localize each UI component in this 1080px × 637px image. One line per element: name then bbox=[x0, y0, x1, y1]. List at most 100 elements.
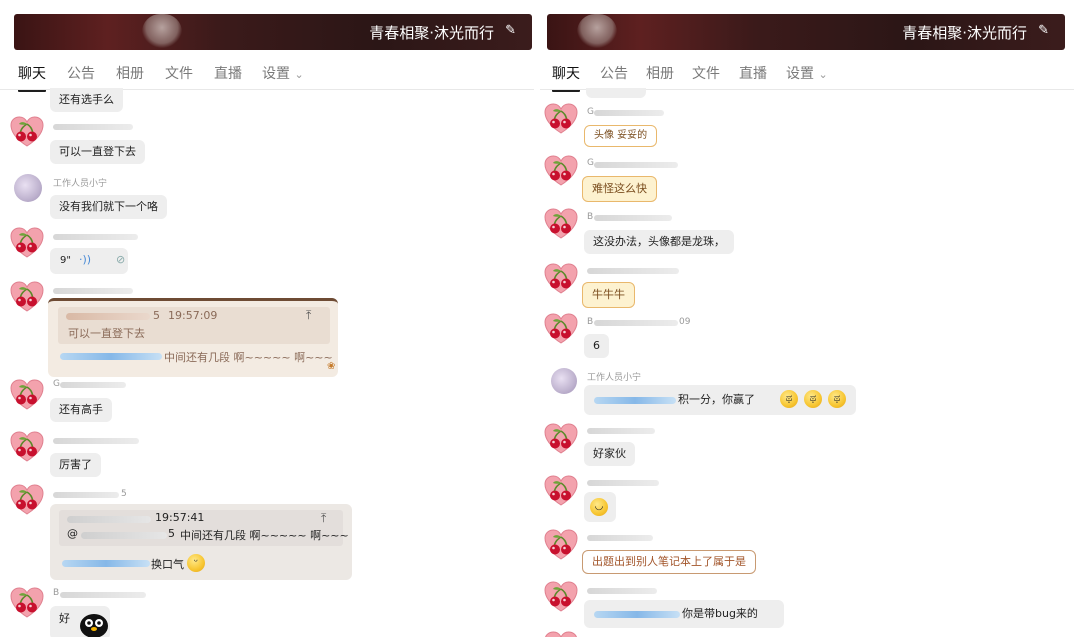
staff-avatar[interactable] bbox=[14, 174, 42, 202]
quoted-text: 可以一直登下去 bbox=[68, 327, 145, 340]
cherry-avatar[interactable] bbox=[10, 280, 44, 314]
sender-name-blurred bbox=[594, 215, 672, 221]
message-bubble[interactable]: 还有高手 bbox=[50, 398, 112, 422]
banner-artwork bbox=[142, 14, 182, 48]
message-text: 积一分，你赢了 bbox=[678, 393, 755, 406]
sender-name-blurred bbox=[53, 124, 133, 130]
emoji-message[interactable]: ◡ bbox=[584, 492, 616, 522]
message-bubble-partial[interactable] bbox=[586, 88, 646, 98]
tab-album[interactable]: 相册 bbox=[116, 63, 144, 83]
cherry-avatar[interactable] bbox=[544, 312, 578, 346]
crying-emoji-icon: ಥ bbox=[804, 390, 822, 408]
sender-name-blurred bbox=[53, 438, 139, 444]
quoted-sender-tail: 5 bbox=[153, 309, 160, 322]
message-bubble[interactable]: 这没办法，头像都是龙珠， bbox=[584, 230, 734, 254]
message-bubble[interactable]: 还有选手么 bbox=[50, 88, 123, 112]
sender-name: 工作人员小宁 bbox=[587, 373, 642, 383]
message-bubble[interactable]: 可以一直登下去 bbox=[50, 140, 145, 164]
message-bubble[interactable]: 出题出到别人笔记本上了属于是 bbox=[582, 550, 756, 574]
sender-name-blurred bbox=[60, 382, 126, 388]
pencil-icon[interactable]: ✎ bbox=[1038, 23, 1049, 38]
cherry-avatar[interactable] bbox=[10, 483, 44, 517]
tab-chat[interactable]: 聊天 bbox=[552, 63, 580, 92]
staff-avatar[interactable] bbox=[551, 368, 577, 394]
tab-files[interactable]: 文件 bbox=[692, 63, 720, 83]
mention-blurred bbox=[62, 560, 150, 567]
cherry-avatar[interactable] bbox=[544, 262, 578, 296]
message-bubble[interactable]: 好家伙 bbox=[584, 442, 635, 466]
group-title: 青春相聚·沐光而行 bbox=[369, 24, 494, 42]
message-bubble[interactable]: 牛牛牛 bbox=[582, 282, 635, 308]
reply-message[interactable]: 19:57:41 ⤒ @ 5 中间还有几段 啊~~~~~ 啊~~~ 换口气 ᵕ bbox=[50, 504, 352, 580]
cherry-avatar[interactable] bbox=[10, 586, 44, 620]
tab-live[interactable]: 直播 bbox=[739, 63, 767, 83]
bubble-deco-icon: ❀ bbox=[327, 361, 336, 372]
quoted-mention-tail: 5 bbox=[168, 527, 175, 540]
crying-emoji-icon: ಥ bbox=[828, 390, 846, 408]
cherry-avatar[interactable] bbox=[10, 226, 44, 260]
quoted-message[interactable]: 19:57:41 ⤒ @ 5 中间还有几段 啊~~~~~ 啊~~~ bbox=[59, 510, 349, 546]
sender-name: G bbox=[587, 107, 594, 117]
sender-name-blurred bbox=[587, 535, 653, 541]
chevron-down-icon: ⌄ bbox=[294, 68, 304, 81]
cherry-avatar[interactable] bbox=[544, 630, 578, 637]
mention-blurred bbox=[594, 611, 680, 618]
reply-message[interactable]: 5 19:57:09 ⤒ 可以一直登下去 中间还有几段 啊~~~~~ 啊~~~ … bbox=[48, 298, 338, 377]
cherry-avatar[interactable] bbox=[10, 430, 44, 464]
sender-name-blurred bbox=[53, 492, 119, 498]
tab-settings[interactable]: 设置 ⌄ bbox=[262, 63, 304, 83]
message-bubble[interactable]: 厉害了 bbox=[50, 453, 101, 477]
message-bubble[interactable]: 6 bbox=[584, 334, 609, 358]
cherry-avatar[interactable] bbox=[544, 474, 578, 508]
sender-name: G bbox=[587, 158, 594, 168]
crying-emoji-icon: ಥ bbox=[780, 390, 798, 408]
tab-settings[interactable]: 设置 ⌄ bbox=[786, 63, 828, 83]
quoted-message[interactable]: 5 19:57:09 ⤒ 可以一直登下去 bbox=[58, 307, 330, 344]
jump-to-quote-icon[interactable]: ⤒ bbox=[306, 308, 311, 323]
voice-duration: 9" bbox=[60, 255, 71, 266]
cherry-avatar[interactable] bbox=[544, 207, 578, 241]
message-bubble[interactable]: 好 bbox=[50, 606, 110, 637]
quoted-mention-blurred bbox=[81, 532, 167, 539]
tab-announcement[interactable]: 公告 bbox=[600, 63, 628, 83]
message-bubble[interactable]: 难怪这么快 bbox=[582, 176, 657, 202]
message-bubble[interactable]: 积一分，你赢了 ಥ ಥ ಥ bbox=[584, 385, 856, 415]
cherry-avatar[interactable] bbox=[544, 102, 578, 136]
sender-name: 工作人员小宁 bbox=[53, 179, 108, 189]
message-bubble[interactable]: 没有我们就下一个咯 bbox=[50, 195, 167, 219]
mention-blurred bbox=[594, 397, 676, 404]
sender-name-blurred bbox=[594, 162, 678, 168]
tab-settings-label: 设置 bbox=[262, 66, 290, 82]
voice-message[interactable]: 9" ·)) ⊘ bbox=[50, 248, 128, 274]
quoted-time: 19:57:41 bbox=[155, 511, 205, 524]
cherry-avatar[interactable] bbox=[10, 115, 44, 149]
message-bubble[interactable]: 头像 妥妥的 bbox=[584, 125, 658, 147]
sender-name: G bbox=[53, 379, 60, 389]
tab-announcement[interactable]: 公告 bbox=[67, 63, 95, 83]
sender-name-tail: 09 bbox=[679, 317, 691, 327]
tab-chat[interactable]: 聊天 bbox=[18, 63, 46, 92]
sender-name-blurred bbox=[587, 588, 657, 594]
tab-album[interactable]: 相册 bbox=[646, 63, 674, 83]
cherry-avatar[interactable] bbox=[544, 580, 578, 614]
sender-name-blurred bbox=[587, 268, 679, 274]
voice-wave-icon: ·)) bbox=[79, 253, 92, 266]
reply-text: 中间还有几段 啊~~~~~ 啊~~~ bbox=[164, 351, 333, 364]
cherry-avatar[interactable] bbox=[544, 154, 578, 188]
quoted-at: @ bbox=[67, 527, 78, 540]
voice-to-text-icon[interactable]: ⊘ bbox=[116, 248, 125, 272]
mention-blurred bbox=[60, 353, 162, 360]
cherry-avatar[interactable] bbox=[544, 422, 578, 456]
jump-to-quote-icon[interactable]: ⤒ bbox=[321, 511, 326, 526]
sender-name: B bbox=[587, 317, 594, 327]
tab-live[interactable]: 直播 bbox=[214, 63, 242, 83]
quoted-time: 19:57:09 bbox=[168, 309, 218, 322]
cherry-avatar[interactable] bbox=[544, 528, 578, 562]
sender-name-blurred bbox=[53, 288, 133, 294]
cherry-avatar[interactable] bbox=[10, 378, 44, 412]
message-bubble[interactable]: 你是带bug来的 bbox=[584, 600, 784, 628]
sender-name-tail: 5 bbox=[121, 489, 127, 499]
tab-files[interactable]: 文件 bbox=[165, 63, 193, 83]
pencil-icon[interactable]: ✎ bbox=[505, 23, 516, 38]
sender-name-blurred bbox=[587, 428, 655, 434]
